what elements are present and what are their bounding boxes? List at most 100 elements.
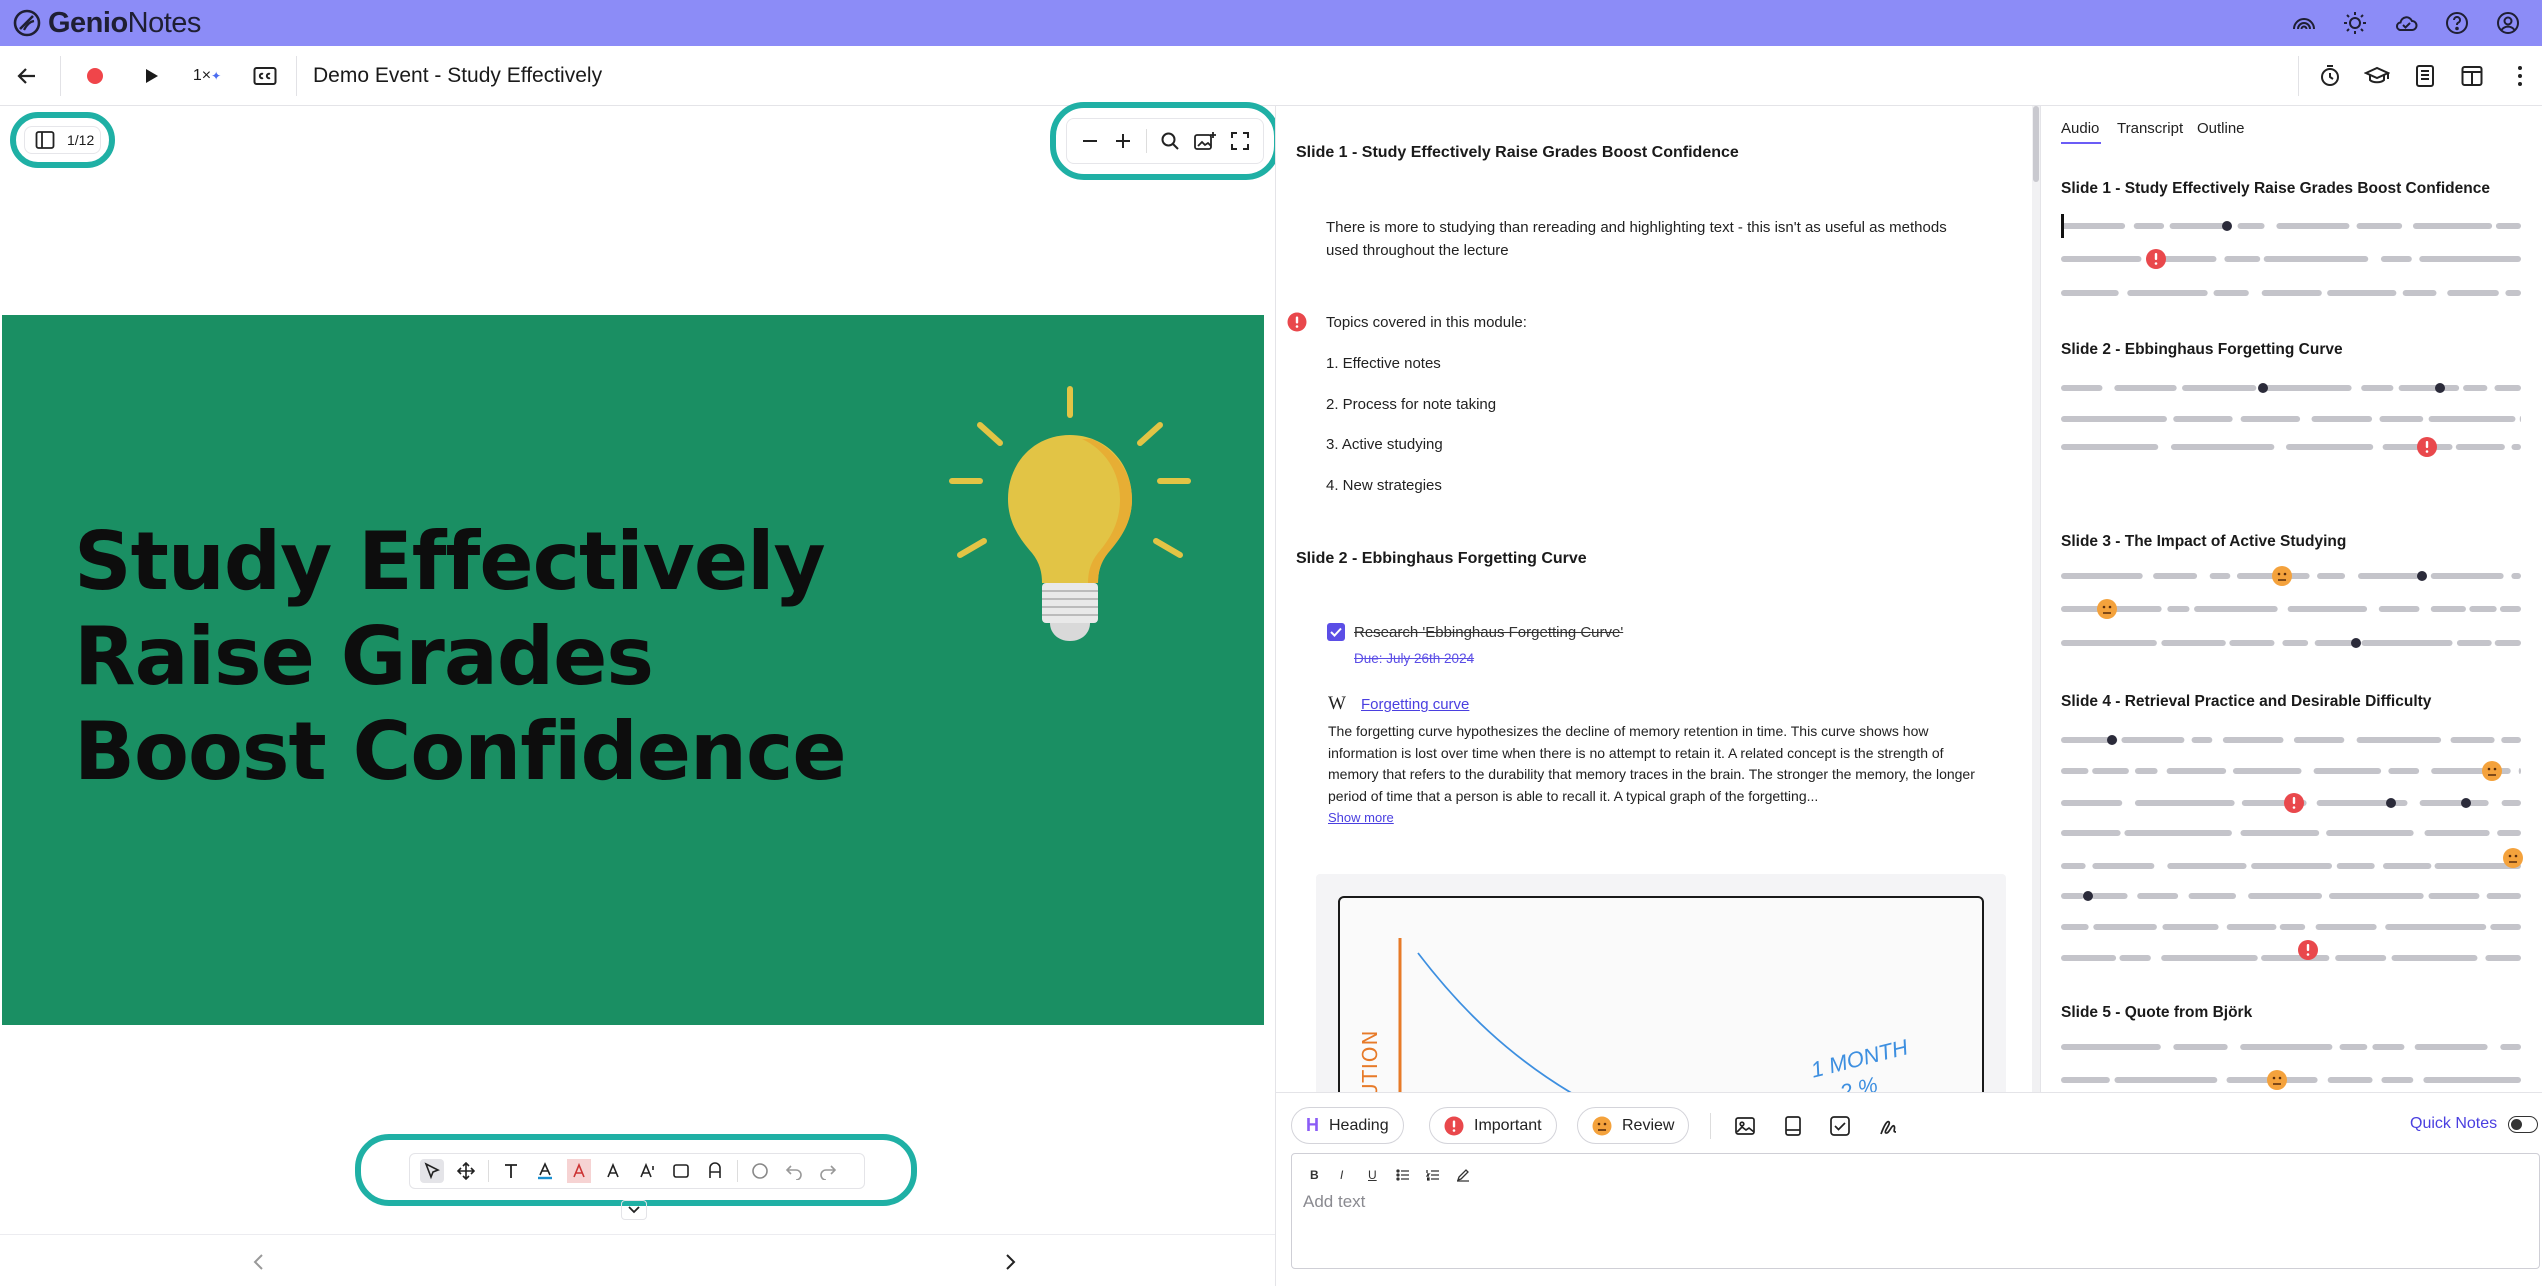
collapse-toolbar-button[interactable]	[621, 1200, 647, 1220]
audio-segment[interactable]	[2327, 1077, 2373, 1083]
audio-segment[interactable]	[2188, 893, 2237, 899]
audio-segment[interactable]	[2114, 385, 2177, 391]
task-checkbox[interactable]	[1327, 623, 1345, 641]
audio-segment[interactable]	[2127, 290, 2208, 296]
audio-waveform-tracks[interactable]	[2041, 106, 2542, 1092]
audio-segment[interactable]	[2240, 830, 2320, 836]
audio-segment[interactable]	[2519, 416, 2521, 422]
back-button[interactable]	[12, 46, 42, 106]
show-more-link[interactable]: Show more	[1328, 806, 1394, 829]
text-tool-icon[interactable]	[499, 1159, 523, 1183]
help-icon[interactable]	[2443, 9, 2471, 37]
audio-segment[interactable]	[2061, 768, 2089, 774]
audio-segment[interactable]	[2327, 290, 2397, 296]
audio-segment[interactable]	[2276, 223, 2350, 229]
timestamp-marker[interactable]	[2222, 221, 2232, 231]
sketch-embed[interactable]: UTION 1 MONTH 2 %	[1316, 874, 2006, 1092]
audio-segment[interactable]	[2430, 573, 2504, 579]
bold-button[interactable]: B	[1310, 1168, 1319, 1182]
audio-segment[interactable]	[2381, 1077, 2414, 1083]
notes-panel[interactable]: Slide 1 - Study Effectively Raise Grades…	[1276, 106, 2032, 1092]
pen-icon[interactable]	[1456, 1168, 1470, 1182]
rectangle-tool-icon[interactable]	[669, 1159, 693, 1183]
audio-segment[interactable]	[2505, 290, 2521, 296]
audio-segment[interactable]	[2061, 800, 2123, 806]
audio-segment[interactable]	[2419, 256, 2521, 262]
audio-segment[interactable]	[2315, 924, 2377, 930]
more-menu-button[interactable]	[2505, 46, 2535, 106]
layout-button[interactable]	[2457, 46, 2487, 106]
audio-segment[interactable]	[2166, 768, 2227, 774]
audio-segment[interactable]	[2412, 223, 2493, 229]
audio-segment[interactable]	[2261, 290, 2322, 296]
captions-button[interactable]	[250, 46, 280, 106]
move-tool-icon[interactable]	[454, 1159, 478, 1183]
font-style-icon[interactable]	[635, 1159, 659, 1183]
audio-segment[interactable]	[2450, 737, 2495, 743]
audio-segment[interactable]	[2209, 573, 2231, 579]
audio-segment[interactable]	[2494, 640, 2521, 646]
audio-segment[interactable]	[2495, 223, 2521, 229]
add-image-icon[interactable]	[1193, 130, 1217, 152]
audio-segment[interactable]	[2379, 416, 2424, 422]
audio-segment[interactable]	[2224, 256, 2261, 262]
sun-icon[interactable]	[2341, 9, 2369, 37]
review-marker-icon[interactable]	[2097, 599, 2117, 619]
audio-segment[interactable]	[2061, 893, 2085, 899]
review-marker-icon[interactable]	[2482, 761, 2502, 781]
audio-segment[interactable]	[2326, 830, 2414, 836]
review-marker-icon[interactable]	[2503, 848, 2523, 868]
audio-segment[interactable]	[2153, 573, 2198, 579]
audio-segment[interactable]	[2385, 924, 2487, 930]
audio-segment[interactable]	[2061, 256, 2142, 262]
audio-segment[interactable]	[2133, 223, 2165, 229]
audio-segment[interactable]	[2398, 385, 2460, 391]
audio-segment[interactable]	[2357, 573, 2420, 579]
notes-slide-1-title[interactable]: Slide 1 - Study Effectively Raise Grades…	[1296, 144, 1739, 162]
audio-segment[interactable]	[2383, 863, 2432, 869]
audio-segment[interactable]	[2486, 893, 2521, 899]
font-size-icon[interactable]	[601, 1159, 625, 1183]
audio-segment[interactable]	[2423, 1077, 2521, 1083]
timestamp-marker[interactable]	[2461, 798, 2471, 808]
notes-view-button[interactable]	[2410, 46, 2440, 106]
zoom-out-icon[interactable]	[1080, 131, 1100, 151]
text-color-icon[interactable]	[533, 1159, 557, 1183]
audio-segment[interactable]	[2222, 737, 2284, 743]
audio-segment[interactable]	[2380, 256, 2412, 262]
page-indicator[interactable]: 1/12	[24, 126, 101, 154]
timestamp-marker[interactable]	[2435, 383, 2445, 393]
audio-segment[interactable]	[2372, 1044, 2405, 1050]
notes-scrollbar[interactable]	[2032, 106, 2040, 1092]
audio-segment[interactable]	[2511, 573, 2521, 579]
audio-segment[interactable]	[2134, 800, 2235, 806]
audio-segment[interactable]	[2497, 830, 2521, 836]
audio-segment[interactable]	[2313, 768, 2382, 774]
zoom-in-icon[interactable]	[1113, 131, 1133, 151]
timestamp-marker[interactable]	[2258, 383, 2268, 393]
audio-segment[interactable]	[2414, 1044, 2488, 1050]
note-slide-1-text[interactable]: There is more to studying than rereading…	[1326, 216, 1966, 262]
audio-segment[interactable]	[2456, 640, 2492, 646]
audio-segment[interactable]	[2263, 256, 2369, 262]
insert-image-icon[interactable]	[1734, 1115, 1756, 1137]
task-due-date[interactable]: Due: July 26th 2024	[1354, 647, 1474, 670]
audio-segment[interactable]	[2061, 863, 2086, 869]
audio-segment[interactable]	[2162, 924, 2219, 930]
audio-segment[interactable]	[2232, 768, 2302, 774]
audio-segment[interactable]	[2061, 640, 2157, 646]
audio-segment[interactable]	[2430, 606, 2466, 612]
audio-segment[interactable]	[2361, 640, 2453, 646]
audio-segment[interactable]	[2092, 768, 2129, 774]
audio-segment[interactable]	[2229, 640, 2275, 646]
audio-segment[interactable]	[2173, 416, 2233, 422]
audio-segment[interactable]	[2240, 1044, 2333, 1050]
audio-segment[interactable]	[2248, 893, 2323, 899]
next-slide-icon[interactable]	[1005, 1253, 1017, 1271]
numbered-list-icon[interactable]	[1426, 1168, 1440, 1182]
timer-button[interactable]	[2315, 46, 2345, 106]
audio-segment[interactable]	[2469, 606, 2497, 612]
italic-button[interactable]: I	[1340, 1168, 1343, 1182]
note-input-area[interactable]: B I U Add text	[1291, 1153, 2540, 1269]
note-topic-item[interactable]: 3. Active studying	[1326, 433, 1443, 456]
